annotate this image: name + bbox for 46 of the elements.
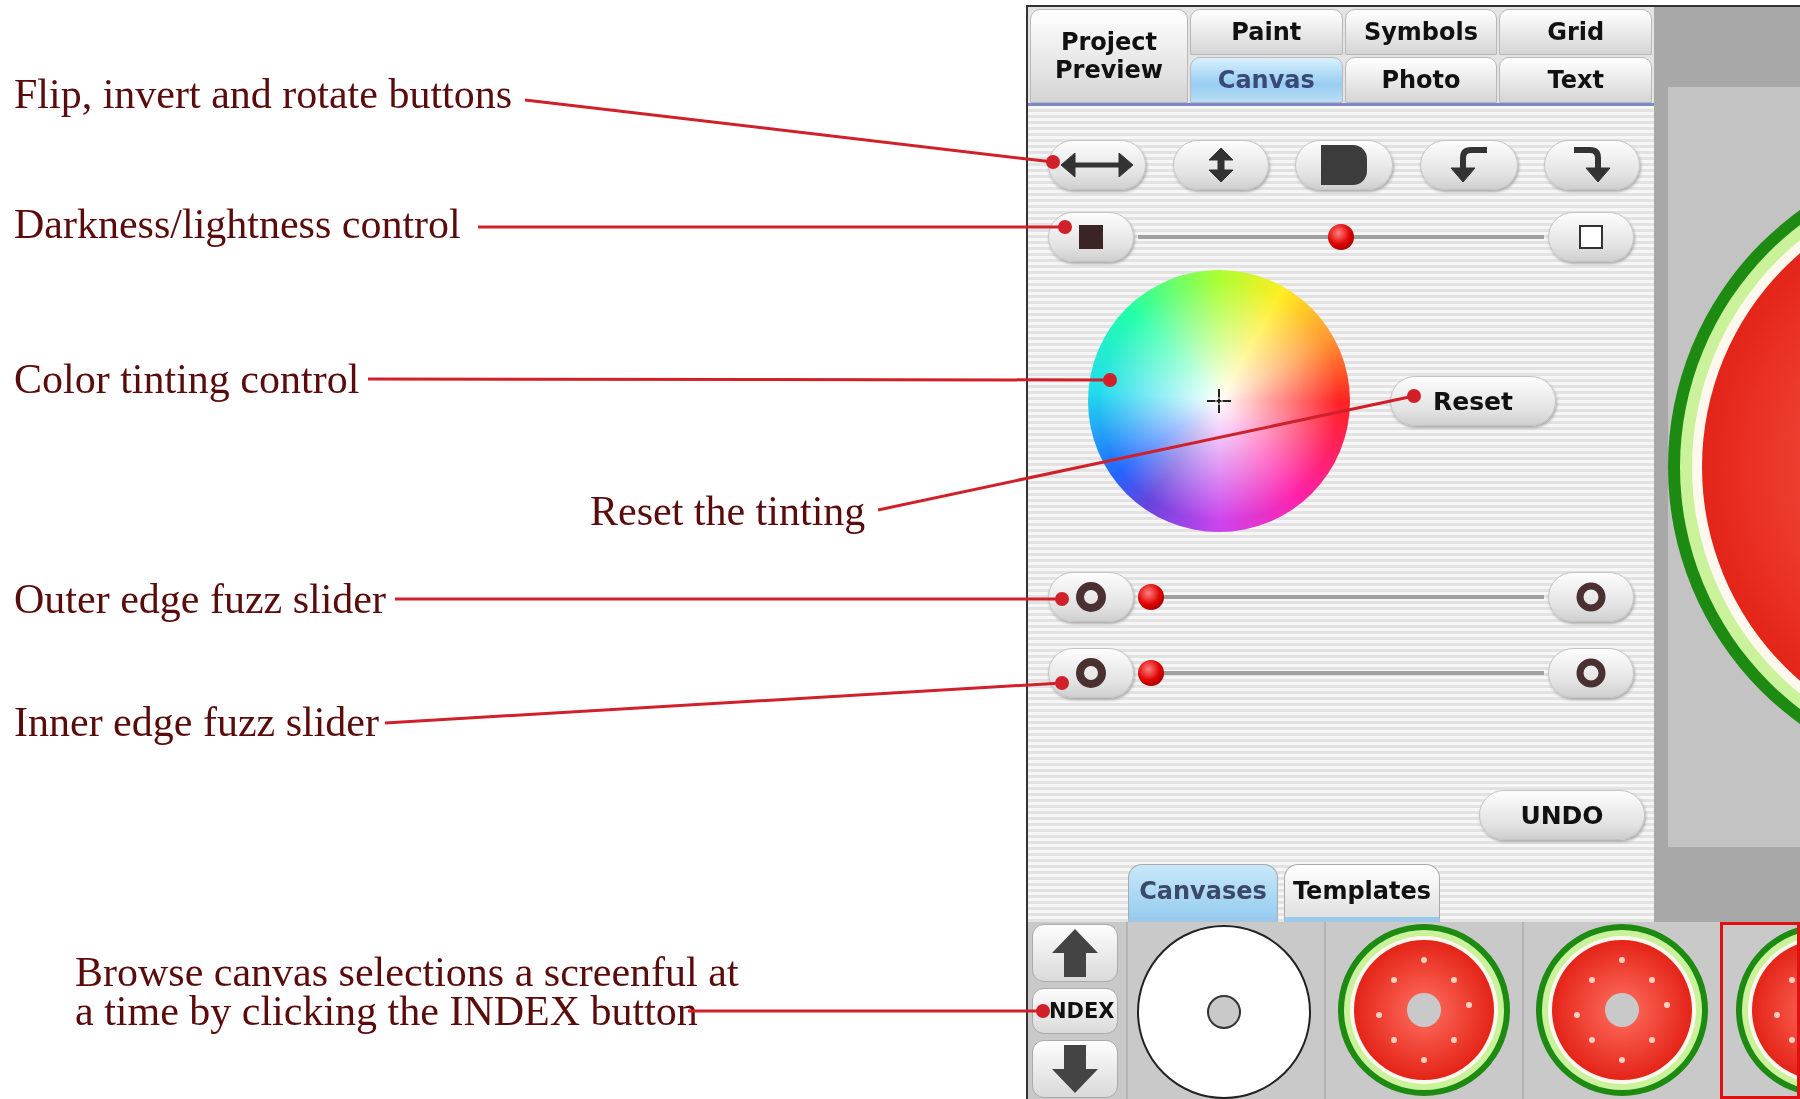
tab[interactable]: Project Preview bbox=[1030, 9, 1188, 103]
slider-end-button[interactable] bbox=[1548, 572, 1634, 622]
ring-icon bbox=[1076, 658, 1106, 688]
ring-icon bbox=[1576, 582, 1606, 612]
slider-end-button[interactable] bbox=[1048, 572, 1134, 622]
slider-end-button[interactable] bbox=[1548, 212, 1634, 262]
tool-button[interactable] bbox=[1419, 140, 1518, 190]
slider-end-button[interactable] bbox=[1048, 648, 1134, 698]
slider-thumb[interactable] bbox=[1138, 584, 1164, 610]
ring-icon bbox=[1576, 658, 1606, 688]
tab[interactable]: Photo bbox=[1344, 57, 1498, 103]
tool-button[interactable] bbox=[1295, 140, 1393, 190]
double-arrow-horizontal-icon bbox=[1061, 153, 1133, 177]
slider-track[interactable] bbox=[1138, 659, 1544, 687]
slider-track[interactable] bbox=[1138, 223, 1544, 251]
slider-track[interactable] bbox=[1138, 583, 1544, 611]
slider-thumb[interactable] bbox=[1328, 224, 1354, 250]
tab[interactable]: Canvases bbox=[1128, 864, 1278, 922]
tool-button[interactable] bbox=[1048, 140, 1146, 190]
curved-arrow-left-icon bbox=[1448, 146, 1489, 184]
tab[interactable]: Templates bbox=[1284, 864, 1440, 922]
up-arrow-icon bbox=[1052, 929, 1098, 977]
slider-end-button[interactable] bbox=[1548, 648, 1634, 698]
slider-end-button[interactable] bbox=[1048, 212, 1134, 262]
half-shape-icon bbox=[1321, 145, 1367, 185]
tab[interactable]: Canvas bbox=[1190, 57, 1343, 103]
tab[interactable]: Symbols bbox=[1344, 9, 1498, 55]
filled-square-icon bbox=[1079, 225, 1103, 249]
curved-arrow-right-icon bbox=[1572, 146, 1612, 184]
double-arrow-vertical-icon bbox=[1208, 148, 1233, 182]
scroll-up-button[interactable] bbox=[1032, 924, 1118, 982]
scroll-down-button[interactable] bbox=[1032, 1040, 1118, 1098]
tab[interactable]: Paint bbox=[1190, 9, 1343, 55]
tool-button[interactable] bbox=[1172, 140, 1269, 190]
reset-button[interactable]: Reset bbox=[1390, 376, 1556, 426]
ring-icon bbox=[1076, 582, 1106, 612]
slider-thumb[interactable] bbox=[1138, 660, 1164, 686]
crosshair-icon bbox=[1206, 388, 1232, 414]
index-button[interactable]: NDEX bbox=[1032, 988, 1118, 1034]
undo-button[interactable]: UNDO bbox=[1479, 790, 1645, 840]
tab[interactable]: Grid bbox=[1499, 9, 1652, 55]
tab[interactable]: Text bbox=[1499, 57, 1652, 103]
canvas-thumbnail[interactable] bbox=[1720, 922, 1800, 1099]
down-arrow-icon bbox=[1052, 1045, 1098, 1093]
tool-button[interactable] bbox=[1544, 140, 1640, 190]
empty-square-icon bbox=[1579, 225, 1603, 249]
